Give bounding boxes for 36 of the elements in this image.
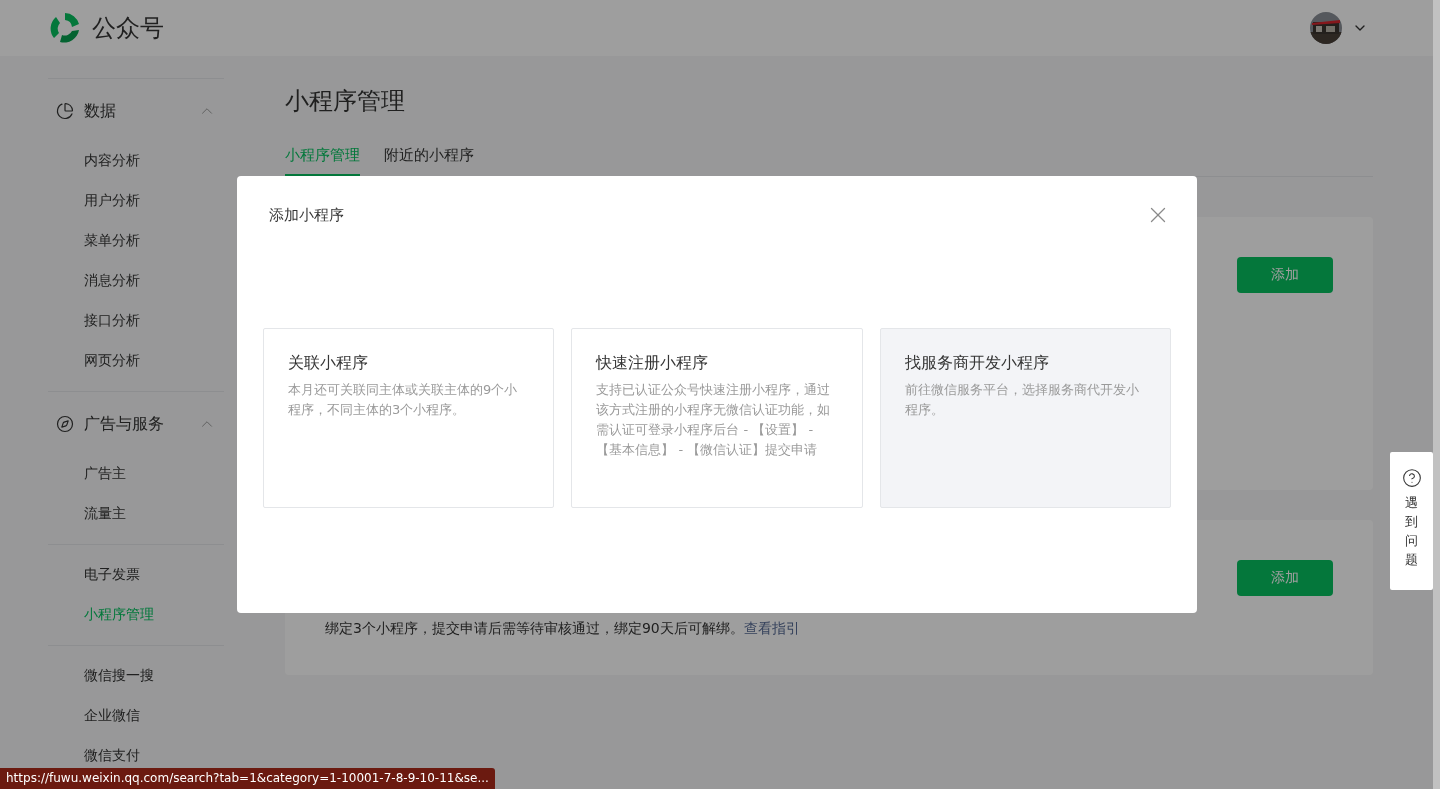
option-card[interactable]: 快速注册小程序 支持已认证公众号快速注册小程序，通过该方式注册的小程序无微信认证功能，如需认证可登录小程序后台 - 【设置】 - 【基本信息】 - 【微信认证】提交申请 xyxy=(571,328,863,508)
option-title: 快速注册小程序 xyxy=(596,353,710,374)
help-widget[interactable]: 遇到问题 xyxy=(1390,452,1433,590)
sidebar-section-title[interactable]: 数据 xyxy=(84,100,188,122)
sidebar-item[interactable]: 菜单分析 xyxy=(48,221,224,261)
pie-chart-icon xyxy=(56,102,74,120)
dialog-title: 添加小程序 xyxy=(269,205,344,225)
option-title: 找服务商开发小程序 xyxy=(904,353,1050,374)
option-description: 支持已认证公众号快速注册小程序，通过该方式注册的小程序无微信认证功能，如需认证可登录小程序后台 - 【设置】 - 【基本信息】 - 【微信认证】提交申请 xyxy=(596,381,832,459)
help-label: 遇到问题 xyxy=(1405,494,1418,569)
status-bar-url: https://fuwu.weixin.qq.com/search?tab=1&category=1-10001-7-8-9-10-11&se... xyxy=(0,768,495,789)
option-card[interactable]: 找服务商开发小程序 前往微信服务平台，选择服务商代开发小程序。 xyxy=(879,328,1171,508)
guide-link[interactable]: 查看指引 xyxy=(743,620,800,636)
sidebar-item[interactable]: 网页分析 xyxy=(48,341,224,381)
option-description: 前往微信服务平台，选择服务商代开发小程序。 xyxy=(904,381,1140,419)
binding-note: 绑定3个小程序，提交申请后需等待审核通过，绑定90天后可解绑。查看指引 xyxy=(325,619,801,638)
logo-text: 公众号 xyxy=(92,13,164,44)
sidebar-item[interactable]: 企业微信 xyxy=(48,696,224,736)
sidebar-item[interactable]: 内容分析 xyxy=(48,141,224,181)
sidebar-item[interactable]: 微信搜一搜 xyxy=(48,656,224,696)
option-title: 关联小程序 xyxy=(288,353,369,374)
sidebar-item[interactable]: 电子发票 xyxy=(48,555,224,595)
sidebar-item[interactable]: 用户分析 xyxy=(48,181,224,221)
tab[interactable]: 附近的小程序 xyxy=(384,136,474,176)
logo-icon xyxy=(48,11,82,45)
sidebar-item[interactable]: 广告主 xyxy=(48,454,224,494)
sidebar-item[interactable]: 消息分析 xyxy=(48,261,224,301)
scrollbar[interactable] xyxy=(1433,0,1440,789)
compass-icon xyxy=(56,415,74,433)
page-title: 小程序管理 xyxy=(285,86,406,117)
option-description: 本月还可关联同主体或关联主体的9个小程序，不同主体的3个小程序。 xyxy=(288,381,519,419)
help-icon xyxy=(1401,468,1422,488)
option-card[interactable]: 关联小程序 本月还可关联同主体或关联主体的9个小程序，不同主体的3个小程序。 xyxy=(263,328,555,508)
sidebar-item[interactable]: 接口分析 xyxy=(48,301,224,341)
sidebar-item[interactable]: 流量主 xyxy=(48,494,224,534)
sidebar-section-title[interactable]: 广告与服务 xyxy=(84,413,188,435)
